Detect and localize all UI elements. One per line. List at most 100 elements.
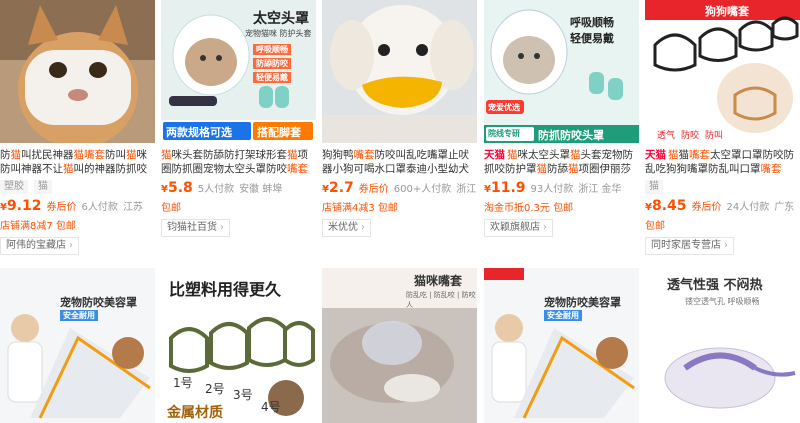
image-label: 1号 [173,376,193,390]
promo-text: 包邮 [161,203,181,214]
image-caption: 金属材质 [167,405,223,421]
image-label: 3号 [233,388,253,402]
product-card[interactable]: 呼吸顺畅 轻便易戴 院线专研 防抓防咬头罩 宠爱优选 天猫 猫咪太空头罩猫头套宠物… [484,0,639,237]
shop-name: 米优优 [328,222,358,233]
promo-text: 店铺满8减7 包邮 [0,221,76,232]
shop-name: 同时家居专营店 [651,240,721,251]
title-fragment: 嘴套 [689,149,710,161]
product-title[interactable]: 猫咪头套防舔防打架球形套猫项圈防抓圈宠物太空头罩防咬嘴套 [161,148,316,176]
title-fragment: 猫 [287,149,298,161]
title-fragment: 猫 [63,163,74,175]
location: 浙江 [456,184,477,195]
attribute-tag: 猫 [645,180,663,194]
price: ¥2.7 [322,180,354,196]
image-caption: 宠物防咬美容罩 [544,296,621,309]
cat-helmet-photo [484,0,639,143]
location: 安徽 蚌埠 [239,184,283,195]
product-card[interactable]: 宠物防咬美容罩 安全耐用 [484,268,639,423]
image-caption: 宠物防咬美容罩 [60,296,137,309]
image-caption: 镂空透气孔 呼吸顺畅 [685,297,760,306]
product-card[interactable]: 太空头罩 宠物猫咪 防护头套 呼吸顺畅 防舔防咬 轻便易戴 两款规格可选 搭配脚… [161,0,316,237]
shop-name: 阿伟的宝藏店 [6,240,66,251]
title-fragment: 防舔 [547,163,568,175]
chevron-right-icon: › [220,222,224,233]
product-image[interactable] [0,0,155,143]
image-caption: 防咬 [681,131,700,141]
product-title[interactable]: 天猫猫猫嘴套太空罩口罩防咬防乱吃狗狗嘴罩防乱叫口罩嘴套防... [645,148,800,176]
title-fragment: 嘴套 [353,149,375,161]
location: 江苏 [122,202,143,213]
price-after-coupon-label: 券后价 [358,184,389,195]
product-image[interactable]: 狗狗嘴套 透气 防咬 防叫 [645,0,800,143]
image-badge: 安全耐用 [60,310,98,321]
product-image[interactable] [322,0,477,143]
product-title[interactable]: 狗狗鸭嘴套防咬叫乱吃嘴罩止吠器小狗可喝水口罩泰迪小型幼犬神器 [322,148,477,176]
attribute-tag: 猫 [34,180,52,194]
promo-text: 店铺满4减3 包邮 [322,203,398,214]
image-caption: 狗狗嘴套 [705,5,749,18]
product-card[interactable]: 比塑料用得更久 1号 2号 3号 4号 金属材质 [161,268,316,423]
shop-link[interactable]: 米优优 › [322,219,371,237]
image-caption: 透气 [657,131,676,141]
dog-duck-muzzle-photo [322,0,477,143]
shop-link[interactable]: 阿伟的宝藏店 › [0,237,79,255]
image-caption: 防叫 [705,131,724,141]
tmall-badge: 天猫 [645,149,666,161]
product-card[interactable]: 防猫叫扰民神器猫嘴套防叫猫咪防叫神器不让猫叫的神器防抓咬面罩 塑胶 猫 ¥9.1… [0,0,155,255]
price: ¥5.8 [161,180,193,196]
product-card[interactable]: 透气性强 不闷热 镂空透气孔 呼吸顺畅 [645,268,800,423]
title-fragment: 狗狗鸭 [322,149,354,161]
product-image[interactable]: 比塑料用得更久 1号 2号 3号 4号 金属材质 [161,268,316,423]
title-fragment: 咪太空头罩 [517,149,571,161]
product-image[interactable]: 呼吸顺畅 轻便易戴 院线专研 防抓防咬头罩 宠爱优选 [484,0,639,143]
product-image[interactable]: 宠物防咬美容罩 安全耐用 [484,268,639,423]
title-fragment: 叫扰民神器 [21,149,74,161]
price-row: ¥2.7 券后价 600+人付款 浙江 [322,180,477,196]
sales-count: 93人付款 [530,184,574,195]
product-title[interactable]: 天猫猫咪太空头罩猫头套宠物防抓咬防护罩猫防舔猫项圈伊丽莎白... [484,148,639,176]
location: 广东 [774,202,795,213]
price-after-coupon-label: 券后价 [46,202,77,213]
title-fragment: 猫 [126,149,137,161]
product-image[interactable]: 透气性强 不闷热 镂空透气孔 呼吸顺畅 [645,268,800,423]
image-caption: 两款规格可选 [166,126,232,139]
title-fragment: 猫 [161,149,172,161]
image-caption: 太空头罩 [253,11,309,27]
title-fragment: 猫 [678,149,690,161]
title-fragment: 防叫 [105,149,126,161]
product-card[interactable]: 宠物防咬美容罩 安全耐用 [0,268,155,423]
product-attributes: 塑胶 猫 [0,180,155,194]
product-card[interactable]: 狗狗嘴套 透气 防咬 防叫 天猫 猫猫嘴套太空罩口罩防咬防乱吃狗狗嘴罩防乱叫口罩嘴… [645,0,800,255]
shop-name: 欢颖旗舰店 [490,222,540,233]
product-title[interactable]: 防猫叫扰民神器猫嘴套防叫猫咪防叫神器不让猫叫的神器防抓咬面罩 [0,148,155,176]
price: ¥9.12 [0,198,42,214]
promo-text: 包邮 [645,221,665,232]
shop-link[interactable]: 同时家居专营店 › [645,237,734,255]
location: 浙江 金华 [578,184,622,195]
basket-muzzle-photo [645,0,800,143]
product-card[interactable]: 狗狗鸭嘴套防咬叫乱吃嘴罩止吠器小狗可喝水口罩泰迪小型幼犬神器 ¥2.7 券后价 … [322,0,477,237]
chevron-right-icon: › [69,240,73,251]
product-grid: 防猫叫扰民神器猫嘴套防叫猫咪防叫神器不让猫叫的神器防抓咬面罩 塑胶 猫 ¥9.1… [0,0,800,423]
title-fragment: 嘴套 [760,163,782,175]
sales-count: 600+人付款 [393,184,452,195]
price-row: ¥5.8 5人付款 安徽 蚌埠 [161,180,316,196]
promo-text: 淘金币抵0.3元 包邮 [484,203,574,214]
shop-name: 钧猫社百货 [167,222,217,233]
image-badge: 宠爱优选 [488,103,520,112]
product-image[interactable]: 太空头罩 宠物猫咪 防护头套 呼吸顺畅 防舔防咬 轻便易戴 两款规格可选 搭配脚… [161,0,316,143]
product-attributes: 猫 [645,180,800,194]
product-image[interactable]: 猫咪嘴套 防乱吃 | 防乱咬 | 防咬人 [322,268,477,423]
chevron-right-icon: › [543,222,547,233]
attribute-tag: 塑胶 [0,180,28,194]
image-label: 4号 [261,400,281,414]
price-row: ¥11.9 93人付款 浙江 金华 [484,180,639,196]
sales-count: 6人付款 [81,202,118,213]
product-image[interactable]: 宠物防咬美容罩 安全耐用 [0,268,155,423]
product-card[interactable]: 猫咪嘴套 防乱吃 | 防乱咬 | 防咬人 [322,268,477,423]
title-fragment: 猫 [668,149,679,161]
image-caption: 防抓防咬头罩 [538,129,604,142]
shop-link[interactable]: 钧猫社百货 › [161,219,230,237]
title-fragment: 猫 [568,163,579,175]
shop-link[interactable]: 欢颖旗舰店 › [484,219,553,237]
